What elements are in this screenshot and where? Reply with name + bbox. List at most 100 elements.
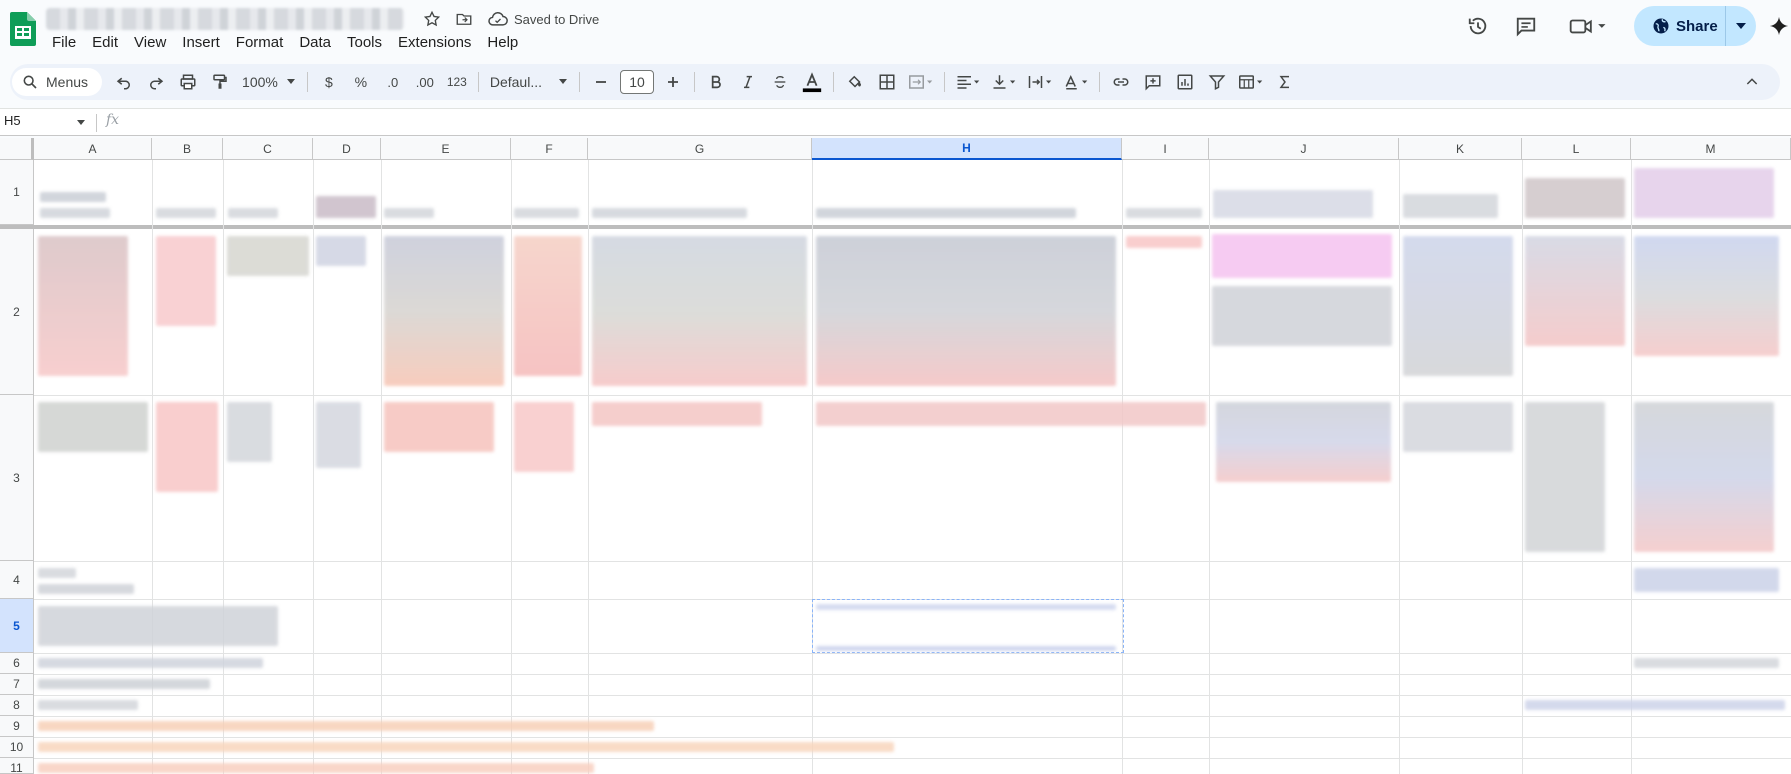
menu-tools[interactable]: Tools	[339, 32, 390, 53]
toolbar-divider	[1098, 72, 1100, 92]
currency-format-button[interactable]: $	[313, 68, 345, 96]
grid-line	[34, 561, 1791, 562]
menu-format[interactable]: Format	[228, 32, 292, 53]
hide-menus-button[interactable]	[1736, 68, 1768, 96]
menu-edit[interactable]: Edit	[84, 32, 126, 53]
vertical-align-button[interactable]	[986, 68, 1022, 96]
row-header-10[interactable]: 10	[0, 737, 34, 758]
row-header-11[interactable]: 11	[0, 758, 34, 774]
grid-line	[34, 695, 1791, 696]
paint-format-button[interactable]	[204, 68, 236, 96]
borders-button[interactable]	[871, 68, 903, 96]
insert-link-button[interactable]	[1105, 68, 1137, 96]
table-button[interactable]	[1233, 68, 1269, 96]
functions-button[interactable]	[1269, 68, 1301, 96]
formula-input[interactable]	[136, 113, 1776, 133]
row-header-7[interactable]: 7	[0, 674, 34, 695]
row-header-2[interactable]: 2	[0, 229, 34, 395]
menu-view[interactable]: View	[126, 32, 174, 53]
text-wrapping-button[interactable]	[1022, 68, 1058, 96]
redacted-cell-content	[38, 606, 278, 646]
column-header-e[interactable]: E	[381, 138, 511, 160]
redacted-cell-content	[156, 402, 218, 492]
menu-data[interactable]: Data	[291, 32, 339, 53]
share-dropdown-button[interactable]	[1726, 21, 1756, 31]
insert-chart-button[interactable]	[1169, 68, 1201, 96]
redo-button[interactable]	[140, 68, 172, 96]
more-formats-button[interactable]: 123	[441, 68, 473, 96]
name-box-value: H5	[4, 113, 21, 128]
chart-icon	[1177, 74, 1193, 90]
redacted-cell-content	[1213, 190, 1373, 218]
spreadsheet-grid[interactable]: A B C D E F G H I J K L M 1 2 3 4 5 6 7 …	[0, 138, 1791, 774]
column-header-f[interactable]: F	[511, 138, 588, 160]
move-to-folder-icon[interactable]	[452, 8, 476, 30]
share-button[interactable]: Share	[1634, 6, 1756, 46]
column-header-b[interactable]: B	[152, 138, 223, 160]
redacted-cell-content	[1525, 178, 1625, 218]
insert-comment-button[interactable]	[1137, 68, 1169, 96]
version-history-icon[interactable]	[1464, 12, 1492, 40]
column-header-k[interactable]: K	[1399, 138, 1522, 160]
caret-down-icon[interactable]	[76, 119, 86, 127]
row-header-5[interactable]: 5	[0, 599, 34, 653]
percent-format-button[interactable]: %	[345, 68, 377, 96]
meet-icon[interactable]	[1566, 12, 1612, 40]
row-header-8[interactable]: 8	[0, 695, 34, 716]
zoom-select[interactable]: 100%	[236, 68, 302, 96]
column-header-a[interactable]: A	[34, 138, 152, 160]
save-status[interactable]: Saved to Drive	[488, 8, 599, 30]
redacted-cell-content	[228, 208, 278, 218]
undo-button[interactable]	[108, 68, 140, 96]
name-box[interactable]: H5	[4, 113, 21, 128]
column-header-j[interactable]: J	[1209, 138, 1399, 160]
row-header-4[interactable]: 4	[0, 561, 34, 599]
redacted-cell-content	[1212, 286, 1392, 346]
select-all-corner[interactable]	[0, 138, 34, 160]
font-size-field[interactable]: 10	[617, 68, 657, 96]
row-header-1[interactable]: 1	[0, 160, 34, 225]
document-title[interactable]	[46, 8, 404, 30]
redacted-cell-content	[227, 236, 309, 276]
text-color-button[interactable]	[796, 68, 828, 96]
search-icon	[23, 75, 37, 89]
column-header-m[interactable]: M	[1631, 138, 1791, 160]
column-header-d[interactable]: D	[313, 138, 381, 160]
column-header-c[interactable]: C	[223, 138, 313, 160]
row-header-9[interactable]: 9	[0, 716, 34, 737]
fill-color-button[interactable]	[839, 68, 871, 96]
text-wrap-icon	[1028, 76, 1052, 88]
bold-button[interactable]	[700, 68, 732, 96]
column-header-g[interactable]: G	[588, 138, 812, 160]
redacted-cell-content	[1212, 234, 1392, 278]
font-size-value[interactable]: 10	[619, 70, 654, 94]
menu-extensions[interactable]: Extensions	[390, 32, 479, 53]
increase-font-size-button[interactable]	[657, 68, 689, 96]
decrease-decimal-button[interactable]: .0	[377, 68, 409, 96]
font-family-select[interactable]: Defaul...	[484, 68, 574, 96]
horizontal-align-button[interactable]	[950, 68, 986, 96]
merge-cells-button[interactable]	[903, 68, 939, 96]
star-icon[interactable]	[420, 8, 444, 30]
strikethrough-button[interactable]	[764, 68, 796, 96]
column-header-h[interactable]: H	[812, 138, 1122, 160]
print-button[interactable]	[172, 68, 204, 96]
menu-file[interactable]: File	[44, 32, 84, 53]
column-header-l[interactable]: L	[1522, 138, 1631, 160]
share-main-button[interactable]: Share	[1634, 6, 1726, 46]
row-header-6[interactable]: 6	[0, 653, 34, 674]
gemini-icon[interactable]	[1768, 12, 1790, 40]
increase-decimal-button[interactable]: .00	[409, 68, 441, 96]
italic-button[interactable]	[732, 68, 764, 96]
row-header-3[interactable]: 3	[0, 395, 34, 561]
decrease-font-size-button[interactable]	[585, 68, 617, 96]
menu-help[interactable]: Help	[479, 32, 526, 53]
search-menus-label: Menus	[46, 74, 89, 90]
sheets-logo-icon[interactable]	[10, 12, 36, 46]
create-filter-button[interactable]	[1201, 68, 1233, 96]
column-header-i[interactable]: I	[1122, 138, 1209, 160]
comments-icon[interactable]	[1512, 12, 1540, 40]
search-menus[interactable]: Menus	[12, 68, 103, 96]
text-rotation-button[interactable]	[1058, 68, 1094, 96]
menu-insert[interactable]: Insert	[174, 32, 228, 53]
